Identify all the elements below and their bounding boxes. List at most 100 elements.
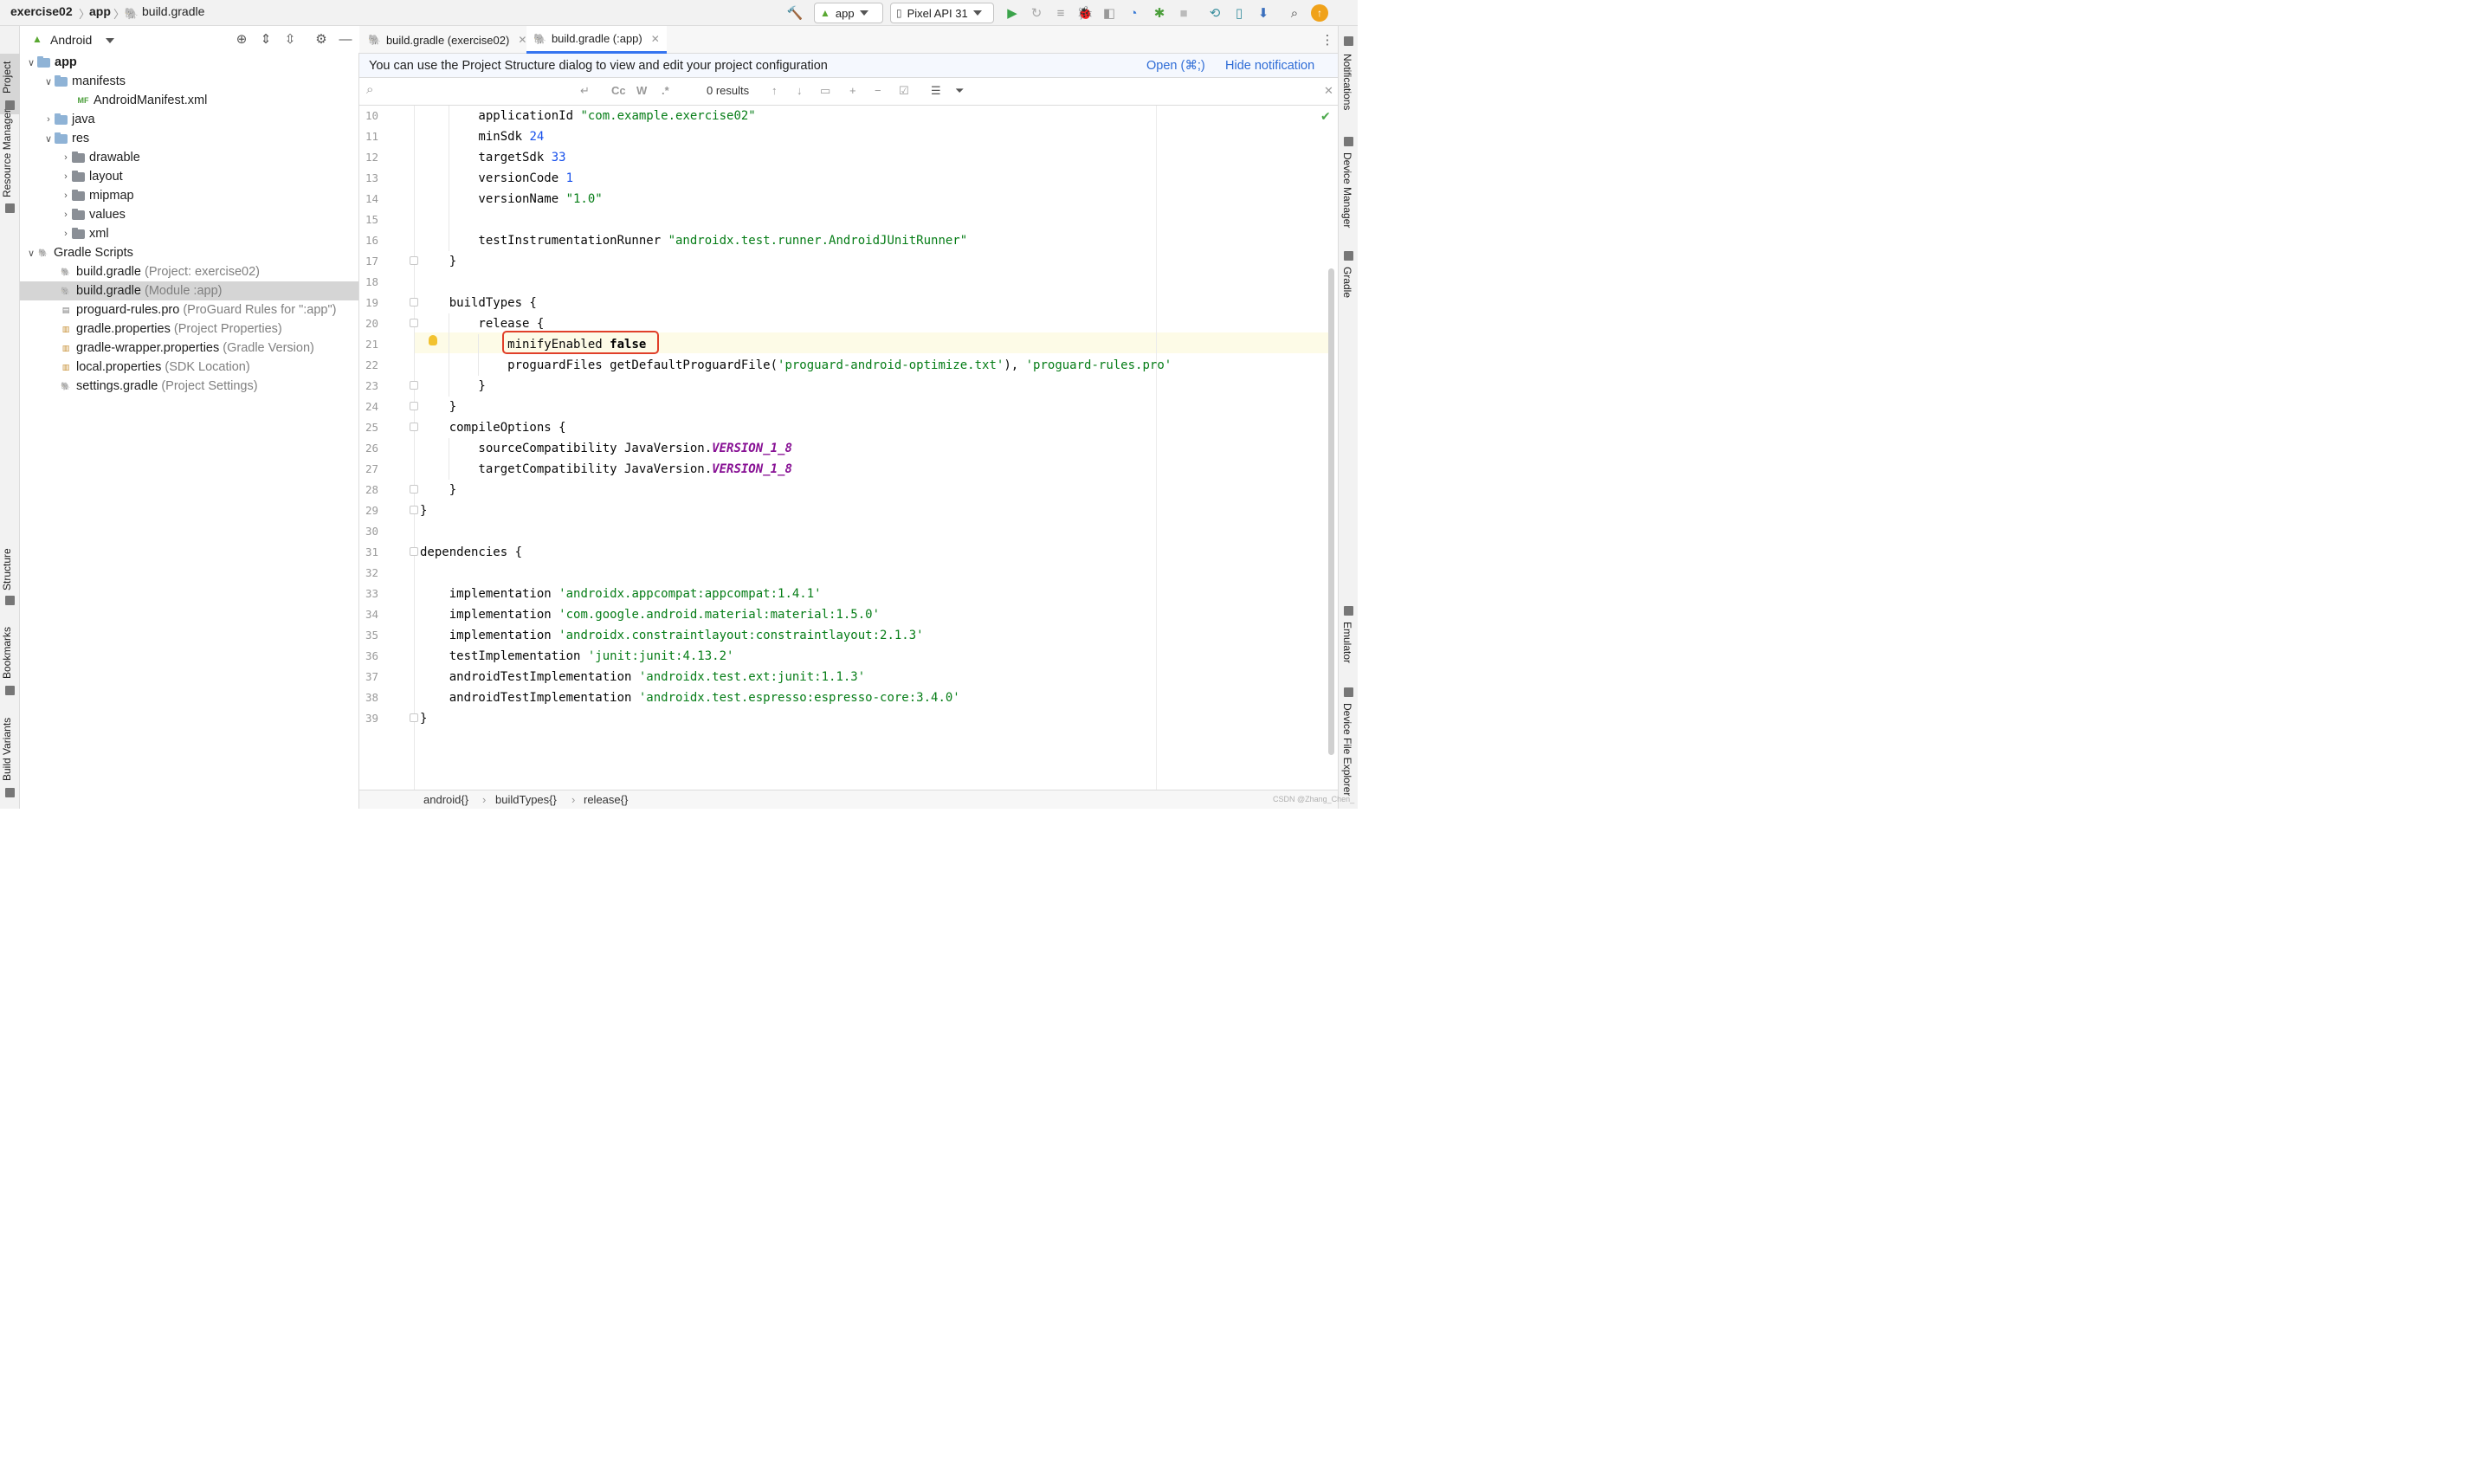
- debug-icon[interactable]: 🐞: [1076, 4, 1094, 22]
- view-mode-selector[interactable]: Android: [50, 33, 92, 47]
- chevron-right-icon[interactable]: ›: [60, 171, 72, 182]
- remove-occurrence-icon[interactable]: −: [875, 84, 881, 97]
- device-manager-icon[interactable]: ▯: [1230, 4, 1248, 22]
- tab-build-gradle-app[interactable]: 🐘 build.gradle (:app) ✕: [526, 26, 667, 54]
- rerun-icon[interactable]: ↻: [1028, 4, 1045, 22]
- profile-icon[interactable]: ◔: [1125, 4, 1142, 22]
- tree-item-manifests[interactable]: ∨ manifests: [20, 72, 358, 91]
- arrow-up-icon[interactable]: ↑: [771, 84, 778, 97]
- breadcrumb-android[interactable]: android{}: [423, 793, 468, 806]
- resource-manager-tool-button[interactable]: Resource Manager: [1, 109, 13, 197]
- select-all-occurrences-icon[interactable]: ☑: [899, 84, 909, 98]
- gear-icon[interactable]: ⚙: [313, 30, 330, 48]
- gradle-tool-button[interactable]: Gradle: [1341, 267, 1353, 298]
- tree-item-androidmanifest[interactable]: MF AndroidManifest.xml: [20, 91, 358, 110]
- chevron-right-icon[interactable]: ›: [60, 210, 72, 220]
- collapse-all-icon[interactable]: ⇳: [281, 30, 299, 48]
- build-variants-tool-button[interactable]: Build Variants: [1, 718, 13, 781]
- structure-tool-button[interactable]: Structure: [1, 548, 13, 590]
- breadcrumb-buildtypes[interactable]: buildTypes{}: [495, 793, 557, 806]
- tree-item-java[interactable]: › java: [20, 110, 358, 129]
- tree-item-drawable[interactable]: › drawable: [20, 148, 358, 167]
- breadcrumb-project[interactable]: exercise02: [10, 4, 73, 18]
- hammer-icon[interactable]: 🔨: [786, 4, 804, 22]
- chevron-right-icon[interactable]: ›: [42, 114, 55, 125]
- breadcrumb-file[interactable]: build.gradle: [142, 4, 204, 18]
- tree-item-res[interactable]: ∨ res: [20, 129, 358, 148]
- tree-item-gradle-wrapper-properties[interactable]: ▥ gradle-wrapper.properties (Gradle Vers…: [20, 339, 358, 358]
- notifications-tool-button[interactable]: Notifications: [1341, 54, 1353, 110]
- attach-debugger-icon[interactable]: ✱: [1151, 4, 1168, 22]
- minimize-icon[interactable]: —: [337, 30, 354, 48]
- close-icon[interactable]: ✕: [651, 33, 660, 45]
- fold-marker[interactable]: [410, 423, 418, 431]
- search-input[interactable]: [384, 83, 583, 100]
- more-vertical-icon[interactable]: ⋮: [1319, 31, 1336, 48]
- filter-options-icon[interactable]: ☰: [931, 84, 941, 98]
- coverage-icon[interactable]: ◧: [1101, 4, 1118, 22]
- chevron-right-icon[interactable]: ›: [60, 229, 72, 239]
- breadcrumb-release[interactable]: release{}: [584, 793, 628, 806]
- tree-item-xml[interactable]: › xml: [20, 224, 358, 243]
- bookmarks-tool-button[interactable]: Bookmarks: [1, 627, 13, 679]
- regex-toggle[interactable]: .*: [662, 84, 669, 97]
- vertical-scrollbar[interactable]: [1328, 268, 1334, 755]
- chevron-right-icon[interactable]: ›: [60, 152, 72, 163]
- device-manager-tool-button[interactable]: Device Manager: [1341, 152, 1353, 228]
- tree-item-gradle-scripts[interactable]: ∨ 🐘 Gradle Scripts: [20, 243, 358, 262]
- run-icon[interactable]: ▶: [1004, 4, 1021, 22]
- code-editor[interactable]: 10 11 12 13 14 15 16 17 18 19 20 21 22 2…: [359, 106, 1331, 790]
- chevron-down-icon[interactable]: [106, 38, 114, 43]
- apply-changes-icon[interactable]: ≡: [1052, 4, 1069, 22]
- tree-item-layout[interactable]: › layout: [20, 167, 358, 186]
- chevron-down-icon[interactable]: ∨: [25, 248, 37, 259]
- add-occurrence-icon[interactable]: +: [849, 84, 856, 97]
- device-file-explorer-tool-button[interactable]: Device File Explorer: [1341, 703, 1353, 796]
- expand-all-icon[interactable]: ⇕: [257, 30, 274, 48]
- fold-marker[interactable]: [410, 547, 418, 556]
- project-tool-button[interactable]: Project: [1, 61, 13, 94]
- chevron-down-icon[interactable]: ∨: [42, 76, 55, 87]
- select-all-icon[interactable]: ▭: [820, 84, 830, 98]
- tree-item-build-gradle-module[interactable]: 🐘 build.gradle (Module :app): [20, 281, 358, 300]
- chevron-down-icon[interactable]: ∨: [25, 57, 37, 68]
- fold-marker[interactable]: [410, 381, 418, 390]
- fold-marker[interactable]: [410, 256, 418, 265]
- open-project-structure-link[interactable]: Open (⌘;): [1146, 59, 1205, 73]
- newline-icon[interactable]: ↵: [580, 84, 590, 98]
- stop-icon[interactable]: ■: [1175, 4, 1192, 22]
- fold-marker[interactable]: [410, 713, 418, 722]
- chevron-down-icon[interactable]: ∨: [42, 133, 55, 145]
- emulator-tool-button[interactable]: Emulator: [1341, 622, 1353, 663]
- close-icon[interactable]: ✕: [1324, 84, 1333, 98]
- tree-item-mipmap[interactable]: › mipmap: [20, 186, 358, 205]
- sync-gradle-icon[interactable]: ⟲: [1206, 4, 1223, 22]
- chevron-right-icon[interactable]: ›: [60, 190, 72, 201]
- breadcrumb-module[interactable]: app: [89, 4, 111, 18]
- tab-build-gradle-project[interactable]: 🐘 build.gradle (exercise02) ✕: [361, 26, 533, 54]
- fold-marker[interactable]: [410, 298, 418, 306]
- close-icon[interactable]: ✕: [518, 34, 526, 46]
- fold-marker[interactable]: [410, 485, 418, 494]
- filter-icon[interactable]: ⏷: [955, 84, 964, 98]
- fold-marker[interactable]: [410, 319, 418, 327]
- hide-notification-link[interactable]: Hide notification: [1225, 59, 1314, 73]
- tree-item-local-properties[interactable]: ▥ local.properties (SDK Location): [20, 358, 358, 377]
- sdk-manager-icon[interactable]: ⬇: [1255, 4, 1272, 22]
- tree-item-values[interactable]: › values: [20, 205, 358, 224]
- fold-marker[interactable]: [410, 402, 418, 410]
- fold-marker[interactable]: [410, 506, 418, 514]
- tree-item-gradle-properties[interactable]: ▥ gradle.properties (Project Properties): [20, 319, 358, 339]
- locate-icon[interactable]: ⊕: [233, 30, 250, 48]
- arrow-down-icon[interactable]: ↓: [797, 84, 803, 97]
- device-dropdown[interactable]: ▯ Pixel API 31: [890, 3, 994, 23]
- run-config-dropdown[interactable]: ▲ app: [814, 3, 883, 23]
- match-case-toggle[interactable]: Cc: [611, 84, 626, 97]
- tree-item-settings-gradle[interactable]: 🐘 settings.gradle (Project Settings): [20, 377, 358, 396]
- update-icon[interactable]: ↑: [1311, 4, 1328, 22]
- search-icon[interactable]: ⌕: [1286, 4, 1303, 22]
- tree-item-proguard-rules[interactable]: ▤ proguard-rules.pro (ProGuard Rules for…: [20, 300, 358, 319]
- tree-item-build-gradle-project[interactable]: 🐘 build.gradle (Project: exercise02): [20, 262, 358, 281]
- tree-item-app[interactable]: ∨ app: [20, 53, 358, 72]
- words-toggle[interactable]: W: [636, 84, 647, 97]
